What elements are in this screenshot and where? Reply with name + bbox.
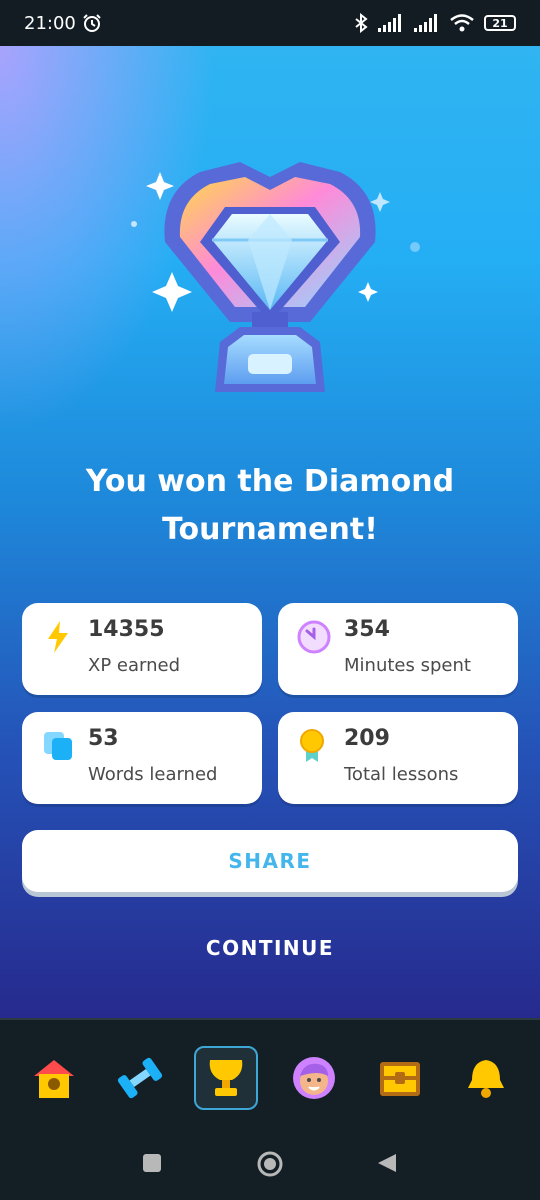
tab-home[interactable] <box>22 1046 86 1110</box>
tab-leaderboard[interactable] <box>194 1046 258 1110</box>
wifi-icon <box>450 14 474 32</box>
headline: You won the Diamond Tournament! <box>40 458 500 554</box>
stat-value: 14355 <box>88 617 165 642</box>
status-time: 21:00 <box>24 12 76 34</box>
treasure-chest-icon <box>380 1062 420 1096</box>
stat-label: Words learned <box>88 764 218 785</box>
headline-line-2: Tournament! <box>162 512 378 547</box>
stat-label: XP earned <box>88 655 181 676</box>
lightning-icon <box>48 621 68 653</box>
stat-value: 53 <box>88 726 119 751</box>
bottom-tab-bar <box>0 1018 540 1138</box>
trophy-icon <box>209 1060 243 1096</box>
clock-icon <box>297 620 331 654</box>
recent-apps-icon[interactable] <box>141 1152 163 1174</box>
battery-icon: 21 <box>484 15 516 31</box>
back-icon[interactable] <box>376 1152 398 1174</box>
bell-icon <box>468 1060 504 1098</box>
system-navigation-bar <box>0 1136 540 1200</box>
stat-value: 209 <box>344 726 390 751</box>
status-bar: 21:00 21 <box>0 0 540 46</box>
home-button-icon[interactable] <box>256 1150 284 1178</box>
profile-icon <box>293 1057 335 1099</box>
home-icon <box>34 1060 74 1098</box>
continue-button[interactable]: CONTINUE <box>170 928 370 968</box>
stat-card-words: 53 Words learned <box>22 712 262 804</box>
signal-icon <box>378 14 401 32</box>
diamond-trophy-icon <box>131 162 420 392</box>
tab-profile[interactable] <box>282 1046 346 1110</box>
stat-value: 354 <box>344 617 390 642</box>
medal-icon <box>300 729 324 762</box>
stat-card-minutes: 354 Minutes spent <box>278 603 518 695</box>
tournament-result-screen: You won the Diamond Tournament! 14355 XP… <box>0 46 540 1018</box>
dumbbell-icon <box>117 1057 163 1099</box>
stat-card-lessons: 209 Total lessons <box>278 712 518 804</box>
stat-label: Total lessons <box>344 764 459 785</box>
headline-line-1: You won the Diamond <box>85 464 455 499</box>
share-button[interactable]: SHARE <box>22 830 518 892</box>
battery-level: 21 <box>492 16 508 30</box>
tab-quests[interactable] <box>368 1046 432 1110</box>
signal-icon <box>414 14 437 32</box>
stat-label: Minutes spent <box>344 655 471 676</box>
tab-practice[interactable] <box>108 1046 172 1110</box>
alarm-icon <box>83 14 101 32</box>
cards-icon <box>44 732 72 760</box>
tab-notifications[interactable] <box>454 1046 518 1110</box>
stat-card-xp: 14355 XP earned <box>22 603 262 695</box>
bluetooth-icon <box>355 13 368 33</box>
